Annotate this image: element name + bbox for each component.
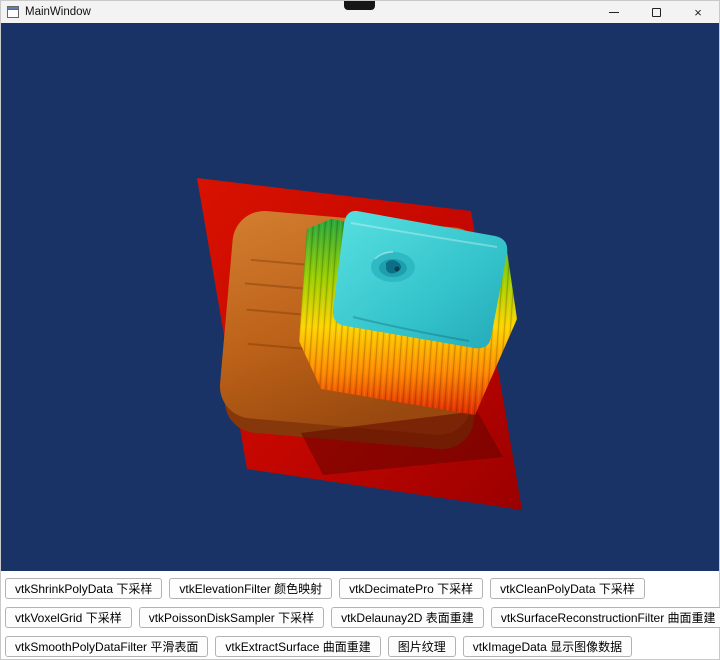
minimize-icon (609, 11, 619, 13)
titlebar[interactable]: MainWindow × (1, 1, 719, 23)
btn-elevation-filter[interactable]: vtkElevationFilter 颜色映射 (169, 578, 333, 599)
btn-image-texture[interactable]: 图片纹理 (387, 636, 456, 657)
window-controls: × (593, 1, 719, 23)
btn-clean-polydata[interactable]: vtkCleanPolyData 下采样 (490, 578, 645, 599)
camera-notch (344, 1, 375, 10)
vtk-viewport[interactable] (1, 23, 719, 571)
main-window: MainWindow × vtkShrinkPolyData 下采样 vtkEl… (0, 0, 720, 660)
btn-shrink-polydata[interactable]: vtkShrinkPolyData 下采样 (5, 578, 163, 599)
surface-dent (371, 251, 415, 282)
maximize-icon (651, 7, 661, 17)
btn-delaunay2d[interactable]: vtkDelaunay2D 表面重建 (331, 607, 484, 628)
btn-decimate-pro[interactable]: vtkDecimatePro 下采样 (339, 578, 484, 599)
toolbar: vtkShrinkPolyData 下采样 vtkElevationFilter… (1, 571, 720, 659)
btn-poisson-disk-sampler[interactable]: vtkPoissonDiskSampler 下采样 (138, 607, 325, 628)
toolbar-row-2: vtkVoxelGrid 下采样 vtkPoissonDiskSampler 下… (5, 607, 720, 628)
vtk-3d-scene (197, 178, 522, 510)
btn-surface-reconstruction-filter[interactable]: vtkSurfaceReconstructionFilter 曲面重建 (490, 607, 720, 628)
btn-voxel-grid[interactable]: vtkVoxelGrid 下采样 (5, 607, 132, 628)
app-icon (6, 5, 20, 19)
toolbar-row-3: vtkSmoothPolyDataFilter 平滑表面 vtkExtractS… (5, 636, 715, 657)
btn-extract-surface[interactable]: vtkExtractSurface 曲面重建 (215, 636, 381, 657)
window-title: MainWindow (25, 6, 91, 18)
btn-image-data[interactable]: vtkImageData 显示图像数据 (462, 636, 633, 657)
toolbar-row-1: vtkShrinkPolyData 下采样 vtkElevationFilter… (5, 578, 715, 599)
btn-smooth-polydata-filter[interactable]: vtkSmoothPolyDataFilter 平滑表面 (5, 636, 209, 657)
maximize-button[interactable] (635, 1, 677, 23)
close-button[interactable]: × (677, 1, 719, 23)
minimize-button[interactable] (593, 1, 635, 23)
close-icon: × (694, 4, 702, 20)
